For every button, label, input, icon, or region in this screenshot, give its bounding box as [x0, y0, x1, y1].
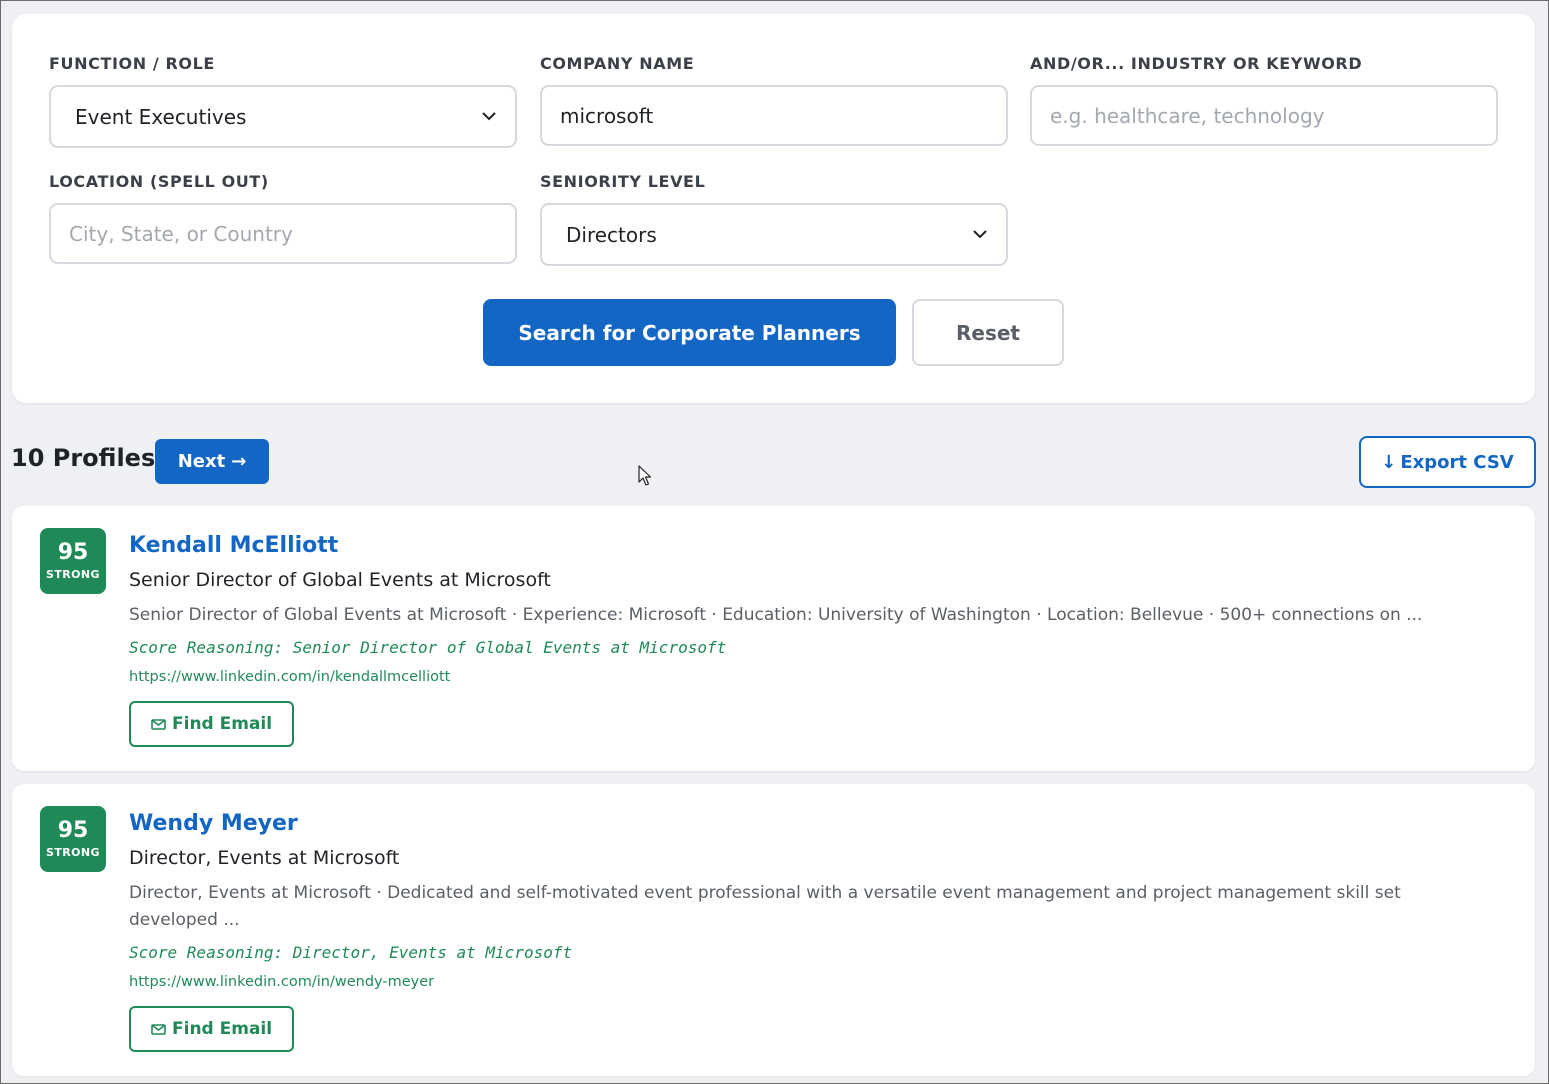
- chevron-down-icon: [972, 227, 988, 243]
- results-header: 10 Profiles Next → ↓ Export CSV: [11, 436, 1536, 488]
- chevron-down-icon: [481, 109, 497, 125]
- score-label: STRONG: [46, 846, 100, 859]
- score-reasoning: Score Reasoning: Director, Events at Mic…: [129, 943, 573, 962]
- seniority-value: Directors: [566, 222, 657, 247]
- search-button[interactable]: Search for Corporate Planners: [483, 299, 896, 366]
- profile-title: Senior Director of Global Events at Micr…: [129, 569, 551, 591]
- function-role-select[interactable]: Event Executives: [49, 85, 517, 148]
- score-badge: 95 STRONG: [40, 528, 106, 594]
- find-email-button[interactable]: Find Email: [129, 1006, 295, 1052]
- seniority-select[interactable]: Directors: [540, 203, 1008, 266]
- location-placeholder: City, State, or Country: [69, 221, 293, 246]
- company-name-input[interactable]: microsoft: [540, 85, 1008, 146]
- download-icon: ↓: [1381, 451, 1397, 473]
- profile-name-link[interactable]: Kendall McElliott: [129, 532, 1455, 560]
- profile-snippet: Senior Director of Global Events at Micr…: [129, 605, 1423, 625]
- profile-card: 95 STRONG Kendall McElliott Senior Direc…: [12, 506, 1535, 771]
- score-reasoning: Score Reasoning: Senior Director of Glob…: [129, 638, 727, 657]
- location-label: LOCATION (SPELL OUT): [49, 172, 269, 191]
- score-value: 95: [57, 540, 89, 565]
- profile-snippet: Director, Events at Microsoft · Dedicate…: [129, 883, 1401, 930]
- profile-title: Director, Events at Microsoft: [129, 847, 400, 869]
- find-email-label: Find Email: [172, 1019, 273, 1039]
- industry-keyword-placeholder: e.g. healthcare, technology: [1050, 103, 1325, 128]
- profile-body: Kendall McElliott Senior Director of Glo…: [129, 532, 1455, 747]
- next-label: Next: [177, 451, 226, 472]
- cursor-icon: [638, 465, 652, 486]
- next-page-button[interactable]: Next →: [155, 439, 269, 484]
- score-value: 95: [57, 818, 89, 843]
- search-panel: FUNCTION / ROLE Event Executives COMPANY…: [12, 14, 1535, 403]
- industry-keyword-input[interactable]: e.g. healthcare, technology: [1030, 85, 1498, 146]
- location-input[interactable]: City, State, or Country: [49, 203, 517, 264]
- profile-name-link[interactable]: Wendy Meyer: [129, 810, 1455, 838]
- company-name-value: microsoft: [560, 103, 654, 128]
- profile-body: Wendy Meyer Director, Events at Microsof…: [129, 810, 1455, 1052]
- profile-card: 95 STRONG Wendy Meyer Director, Events a…: [12, 784, 1535, 1076]
- function-role-value: Event Executives: [75, 104, 247, 129]
- export-label: Export CSV: [1400, 451, 1514, 473]
- score-label: STRONG: [46, 568, 100, 581]
- mail-icon: [151, 1023, 166, 1035]
- function-role-label: FUNCTION / ROLE: [49, 54, 215, 73]
- function-role-field: FUNCTION / ROLE Event Executives: [49, 54, 517, 148]
- industry-keyword-label: AND/OR... INDUSTRY OR KEYWORD: [1030, 54, 1363, 73]
- mail-icon: [151, 718, 166, 730]
- seniority-label: SENIORITY LEVEL: [540, 172, 706, 191]
- arrow-right-icon: →: [231, 451, 247, 472]
- reset-button[interactable]: Reset: [912, 299, 1064, 366]
- find-email-label: Find Email: [172, 714, 273, 734]
- find-email-button[interactable]: Find Email: [129, 701, 295, 747]
- export-csv-button[interactable]: ↓ Export CSV: [1359, 436, 1536, 488]
- profile-url-link[interactable]: https://www.linkedin.com/in/wendy-meyer: [129, 973, 1455, 991]
- company-name-label: COMPANY NAME: [540, 54, 695, 73]
- company-name-field: COMPANY NAME microsoft: [540, 54, 1008, 146]
- seniority-field: SENIORITY LEVEL Directors: [540, 172, 1008, 266]
- profile-count: 10 Profiles: [11, 444, 156, 472]
- location-field: LOCATION (SPELL OUT) City, State, or Cou…: [49, 172, 517, 264]
- profile-url-link[interactable]: https://www.linkedin.com/in/kendallmcell…: [129, 668, 1455, 686]
- score-badge: 95 STRONG: [40, 806, 106, 872]
- industry-keyword-field: AND/OR... INDUSTRY OR KEYWORD e.g. healt…: [1030, 54, 1498, 146]
